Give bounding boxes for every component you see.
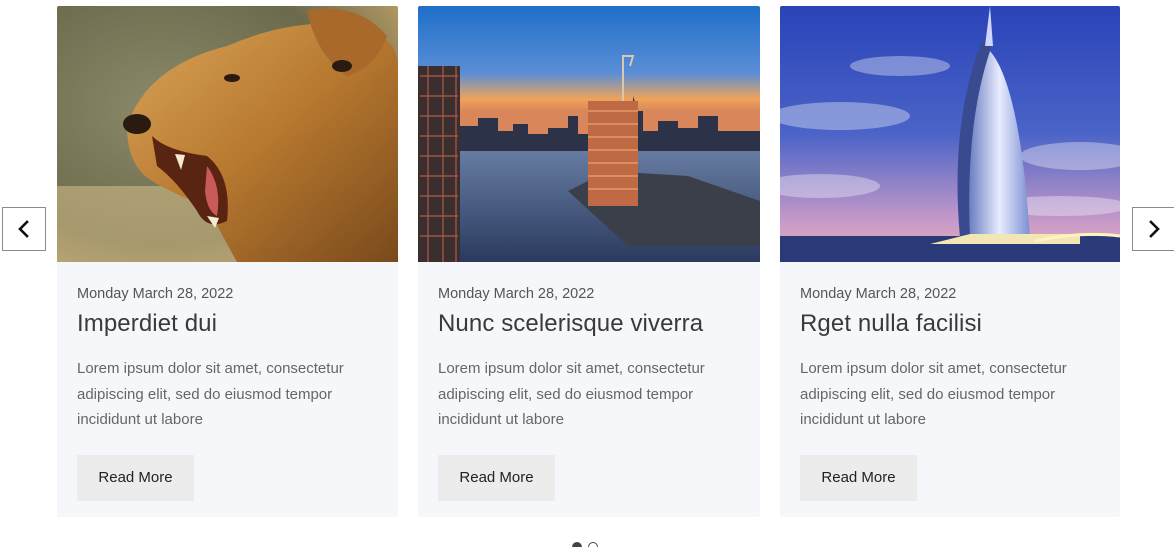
post-date: Monday March 28, 2022 [438, 286, 595, 302]
prev-slide-button[interactable] [2, 207, 46, 251]
post-title[interactable]: Nunc scelerisque viverra [438, 308, 740, 340]
post-excerpt: Lorem ipsum dolor sit amet, consectetur … [77, 360, 344, 428]
post-date: Monday March 28, 2022 [800, 286, 957, 302]
chevron-left-icon [18, 220, 29, 238]
post-excerpt: Lorem ipsum dolor sit amet, consectetur … [438, 360, 705, 428]
lioness-photo[interactable] [57, 6, 398, 262]
blog-card: Monday March 28, 2022 Imperdiet dui Lore… [57, 6, 398, 517]
read-more-button[interactable]: Read More [800, 455, 917, 501]
blog-card: Monday March 28, 2022 Rget nulla facilis… [780, 6, 1120, 517]
blog-carousel: Monday March 28, 2022 Imperdiet dui Lore… [0, 0, 1174, 547]
chevron-right-icon [1149, 220, 1160, 238]
post-excerpt: Lorem ipsum dolor sit amet, consectetur … [800, 360, 1067, 428]
carousel-pagination [572, 542, 598, 547]
pagination-dot[interactable] [588, 542, 598, 547]
post-date: Monday March 28, 2022 [77, 286, 234, 302]
post-title[interactable]: Imperdiet dui [77, 308, 378, 340]
read-more-button[interactable]: Read More [77, 455, 194, 501]
pagination-dot[interactable] [572, 542, 582, 547]
post-title[interactable]: Rget nulla facilisi [800, 308, 1100, 340]
blog-card: Monday March 28, 2022 Nunc scelerisque v… [418, 6, 760, 517]
next-slide-button[interactable] [1132, 207, 1174, 251]
read-more-button[interactable]: Read More [438, 455, 555, 501]
burj-al-arab-photo[interactable] [780, 6, 1120, 262]
city-skyline-photo[interactable] [418, 6, 760, 262]
